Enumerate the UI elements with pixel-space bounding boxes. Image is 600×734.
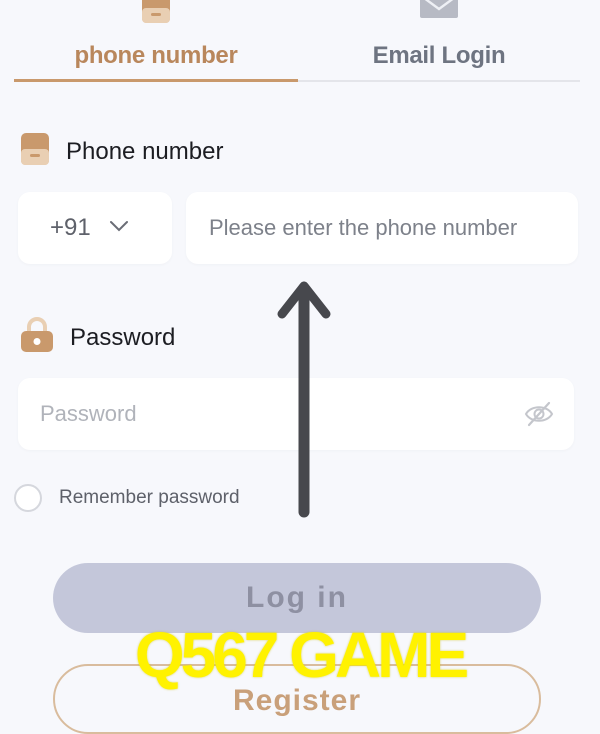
tab-email-login[interactable]: Email Login [298,0,580,82]
phone-number-input[interactable] [207,214,571,242]
tab-phone-number[interactable]: phone number [14,0,298,82]
mail-icon [419,0,459,25]
chevron-down-icon [109,219,129,237]
phone-icon [20,132,50,171]
arrow-up-icon [276,280,332,525]
phone-number-heading: Phone number [20,132,223,171]
remember-password-label: Remember password [59,487,240,508]
tab-phone-label: phone number [74,42,238,69]
watermark-text: Q567 GAME [134,619,469,691]
country-code-select[interactable]: +91 [18,192,172,264]
phone-tab-icon [141,0,171,29]
password-heading: Password [20,317,175,358]
password-input[interactable] [38,400,512,428]
remember-password-checkbox[interactable] [14,484,42,512]
lock-icon [20,317,54,358]
tab-active-indicator [14,79,298,82]
phone-input-container [186,192,578,264]
eye-off-icon[interactable] [524,400,554,433]
phone-number-label: Phone number [66,137,224,165]
country-code-value: +91 [50,214,91,241]
password-label: Password [70,323,176,351]
remember-password-row[interactable]: Remember password [14,484,240,512]
tab-email-label: Email Login [372,42,506,69]
